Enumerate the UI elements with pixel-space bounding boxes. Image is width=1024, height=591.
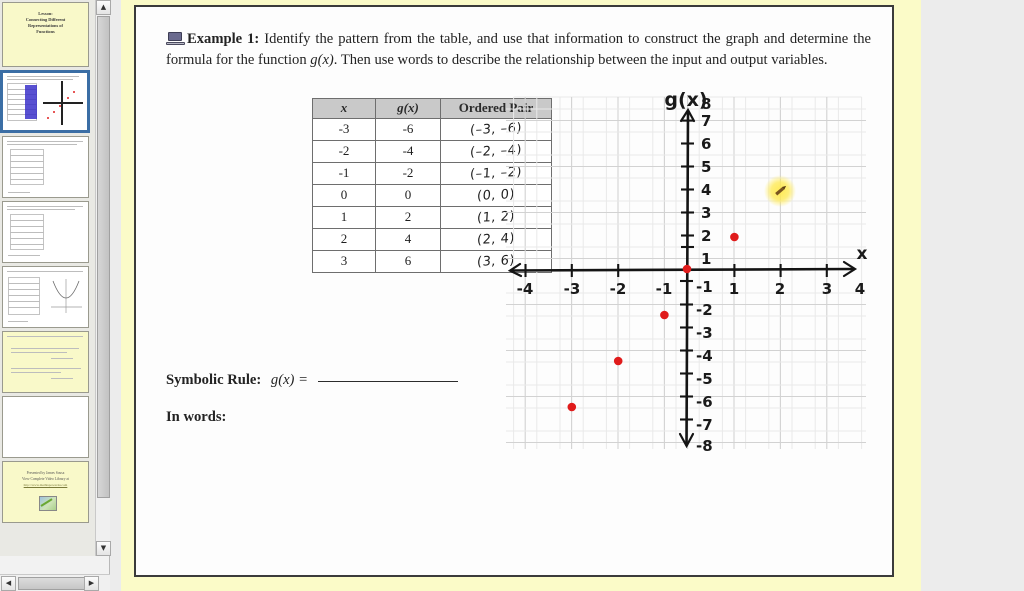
svg-text:-3: -3	[564, 280, 581, 298]
thumbnail-slide-7[interactable]	[2, 396, 89, 458]
cell-gx: 4	[375, 228, 441, 251]
thumbnail-slide-2[interactable]	[0, 70, 90, 133]
cursor-highlight	[764, 175, 796, 207]
thumbnail-slide-5[interactable]	[2, 266, 89, 328]
svg-text:-4: -4	[696, 347, 713, 365]
data-point	[660, 310, 669, 320]
svg-text:4: 4	[855, 280, 865, 298]
data-point	[613, 356, 623, 366]
slide-thumbnail-panel: Lesson: Connecting Different Representat…	[0, 0, 111, 591]
thumbnail-vertical-scrollbar[interactable]: ▲ ▼	[95, 0, 111, 556]
svg-text:1: 1	[701, 250, 711, 268]
thumbnail-slide-8-link[interactable]: http://www.mathispower4u.com	[24, 483, 68, 487]
svg-text:-7: -7	[696, 416, 713, 434]
cell-gx: 0	[375, 184, 441, 207]
thumbnail-slide-8-credits: Presented by James Sousa View Complete V…	[21, 471, 69, 487]
x-tick-labels: -4 -3 -2 -1 1 2 3 4	[517, 280, 866, 298]
table-header-gx: g(x)	[375, 98, 441, 119]
svg-text:6: 6	[701, 135, 711, 153]
data-point	[730, 232, 739, 242]
y-tick-labels: 8 7 6 5 4 3 2 1 -1 -2 -3 -4 -5 -6 -7 -8	[696, 95, 713, 455]
cell-gx: -6	[375, 118, 441, 141]
cell-x: 3	[312, 250, 376, 273]
thumbnail-slide-1[interactable]: Lesson: Connecting Different Representat…	[2, 2, 89, 67]
cell-gx: 2	[375, 206, 441, 229]
scroll-left-button[interactable]: ◀	[1, 576, 16, 591]
cell-x: -2	[312, 140, 376, 163]
svg-text:-6: -6	[696, 393, 713, 411]
data-point	[682, 264, 692, 274]
cell-x: 0	[312, 184, 376, 207]
graph-svg: g(x) x 8 7 6 5 4 3 2 1 -1 -2 -3 -4 -5 -6…	[506, 89, 868, 455]
svg-text:1: 1	[729, 280, 739, 298]
presentation-window: Lesson: Connecting Different Representat…	[0, 0, 1024, 591]
thumbnail-parabola	[51, 279, 82, 313]
svg-text:8: 8	[701, 95, 711, 113]
svg-text:-1: -1	[656, 280, 673, 298]
table-header-x: x	[312, 98, 376, 119]
thumbnail-slide-6[interactable]	[2, 331, 89, 393]
svg-text:-5: -5	[696, 370, 713, 388]
svg-text:5: 5	[701, 158, 711, 176]
in-words-line: In words:	[166, 409, 226, 426]
current-slide[interactable]: Example 1: Identify the pattern from the…	[134, 5, 894, 577]
laptop-icon	[166, 32, 185, 46]
scroll-up-button[interactable]: ▲	[96, 0, 111, 15]
symbolic-rule-line: Symbolic Rule: g(x) =	[166, 369, 458, 389]
svg-text:-3: -3	[696, 324, 713, 342]
svg-text:7: 7	[701, 112, 711, 130]
svg-text:4: 4	[701, 181, 711, 199]
prompt-text-part-2: . Then use words to describe the relatio…	[333, 51, 828, 68]
thumbnail-slide-3[interactable]	[2, 136, 89, 198]
cell-x: 1	[312, 206, 376, 229]
cell-gx: 6	[375, 250, 441, 273]
svg-text:-4: -4	[517, 280, 534, 298]
svg-text:-8: -8	[696, 437, 713, 455]
cell-gx: -4	[375, 140, 441, 163]
thumbnail-slide-8[interactable]: Presented by James Sousa View Complete V…	[2, 461, 89, 523]
symbolic-rule-function: g(x) =	[270, 372, 308, 388]
scroll-right-button[interactable]: ▶	[84, 576, 99, 591]
cell-x: -1	[312, 162, 376, 185]
cell-x: -3	[312, 118, 376, 141]
example-label: Example 1:	[187, 31, 260, 47]
in-words-label: In words:	[166, 409, 227, 425]
thumbnail-slide-8-image	[39, 496, 57, 511]
cell-x: 2	[312, 228, 376, 251]
x-axis-label: x	[857, 244, 868, 264]
svg-text:-2: -2	[696, 301, 713, 319]
thumbnail-scroll-area[interactable]: Lesson: Connecting Different Representat…	[0, 0, 95, 556]
coordinate-graph[interactable]: g(x) x 8 7 6 5 4 3 2 1 -1 -2 -3 -4 -5 -6…	[502, 87, 870, 459]
horizontal-scrollbar-thumb[interactable]	[18, 577, 86, 590]
data-point	[567, 402, 577, 412]
svg-text:-1: -1	[696, 278, 713, 296]
scroll-down-button[interactable]: ▼	[96, 541, 111, 556]
svg-text:-2: -2	[610, 280, 627, 298]
svg-text:2: 2	[701, 227, 711, 245]
slide-stage: Example 1: Identify the pattern from the…	[121, 0, 921, 591]
prompt-function-name: g(x)	[310, 51, 334, 68]
symbolic-rule-blank[interactable]	[317, 369, 458, 382]
thumbnail-slide-4[interactable]	[2, 201, 89, 263]
thumbnail-slide-1-title: Lesson: Connecting Different Representat…	[25, 11, 66, 34]
vertical-scrollbar-thumb[interactable]	[97, 16, 110, 498]
thumbnail-horizontal-scrollbar[interactable]: ◀ ▶	[0, 574, 110, 591]
svg-text:3: 3	[822, 280, 832, 298]
example-prompt: Example 1: Identify the pattern from the…	[166, 29, 871, 70]
cell-gx: -2	[375, 162, 441, 185]
svg-text:3: 3	[701, 204, 711, 222]
svg-text:2: 2	[775, 280, 785, 298]
symbolic-rule-label: Symbolic Rule:	[166, 372, 262, 388]
